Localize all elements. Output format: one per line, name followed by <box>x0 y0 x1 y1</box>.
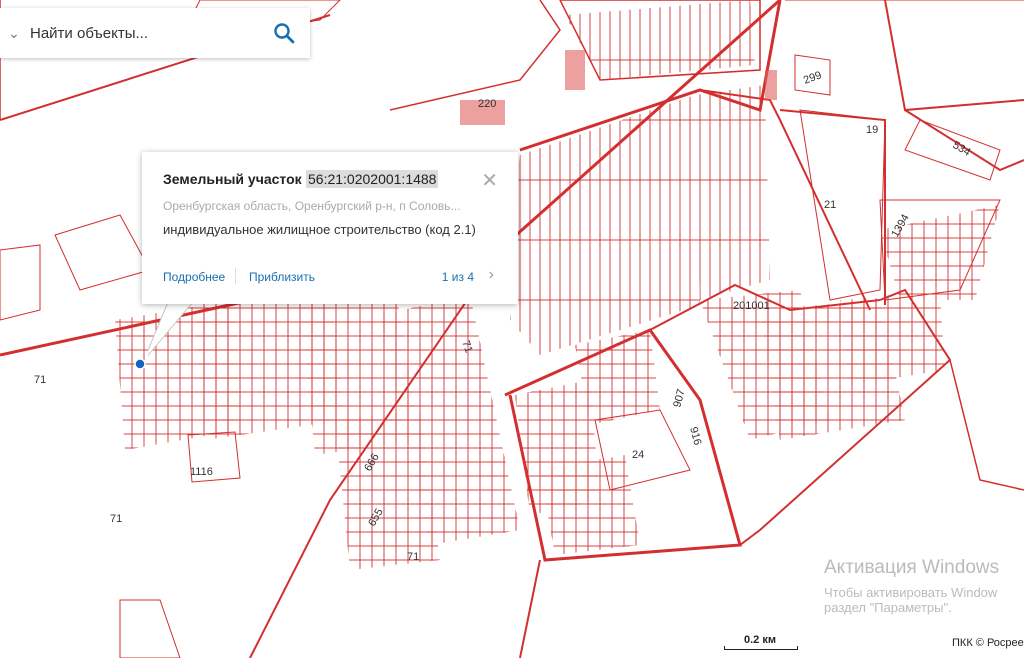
zoom-in-link[interactable]: Приблизить <box>249 270 315 284</box>
cadastral-number: 56:21:0202001:1488 <box>306 170 439 188</box>
watermark-line: Чтобы активировать Window <box>824 585 998 600</box>
location-marker[interactable] <box>134 358 146 370</box>
search-icon[interactable] <box>272 21 296 45</box>
scale-label: 0.2 км <box>744 634 776 646</box>
copyright-text: ПКК © Росрее <box>952 637 1024 649</box>
search-input[interactable] <box>28 23 262 43</box>
map-label: 21 <box>824 199 836 211</box>
map-label: 220 <box>478 98 496 110</box>
parcel-address: Оренбургская область, Оренбургский р-н, … <box>163 199 461 213</box>
permitted-use: индивидуальное жилищное строительство (к… <box>163 222 476 237</box>
close-icon[interactable]: ✕ <box>481 168 498 193</box>
map-label: 299 <box>802 69 823 87</box>
map-label: 916 <box>687 426 703 447</box>
parcel-info-popup: Земельный участок 56:21:0202001:1488 ✕ О… <box>142 152 518 304</box>
popup-title: Земельный участок <box>163 171 302 187</box>
map-label: 71 <box>34 374 46 386</box>
map-label: 534 <box>951 139 973 159</box>
more-details-link[interactable]: Подробнее <box>163 270 225 284</box>
map-label: 1116 <box>190 466 213 478</box>
map-label: 19 <box>866 124 878 136</box>
chevron-right-icon[interactable]: › <box>489 266 494 284</box>
windows-activation-watermark: Активация Windows Чтобы активировать Win… <box>824 557 999 615</box>
popup-pointer <box>148 302 194 357</box>
map-label: 71 <box>110 513 122 525</box>
search-box: ⌄ <box>0 8 310 58</box>
pager-counter: 1 из 4 <box>441 270 474 284</box>
map-label: 201001 <box>733 300 770 312</box>
watermark-title: Активация Windows <box>824 557 1000 578</box>
map-label: 907 <box>671 388 687 409</box>
link-divider <box>235 268 236 284</box>
watermark-line: раздел "Параметры". <box>824 600 952 615</box>
chevron-down-icon[interactable]: ⌄ <box>0 25 28 42</box>
scale-bar <box>724 646 798 650</box>
map-label: 24 <box>632 449 644 461</box>
map-label: 71 <box>407 551 419 563</box>
